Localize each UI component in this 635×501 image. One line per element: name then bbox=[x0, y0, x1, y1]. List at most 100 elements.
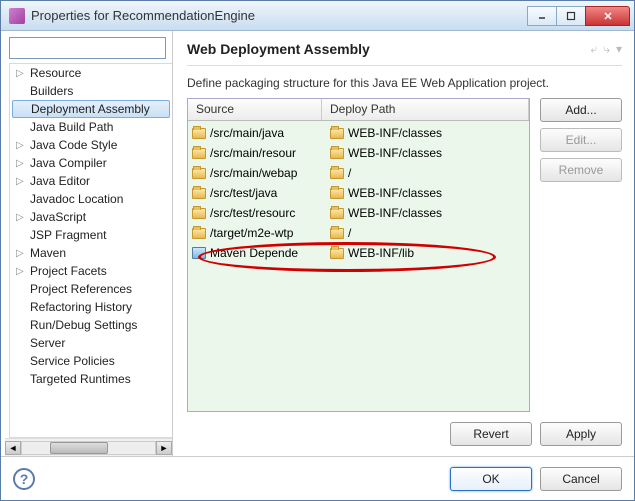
sidebar-item-label: Project Facets bbox=[28, 264, 107, 278]
sidebar-item-label: Java Code Style bbox=[28, 138, 117, 152]
expand-arrow-icon[interactable]: ▷ bbox=[16, 176, 28, 187]
sidebar-item-jsp-fragment[interactable]: JSP Fragment bbox=[10, 226, 172, 244]
titlebar[interactable]: Properties for RecommendationEngine bbox=[1, 1, 634, 31]
sidebar-item-deployment-assembly[interactable]: Deployment Assembly bbox=[12, 100, 170, 118]
scroll-right-button[interactable]: ► bbox=[156, 441, 172, 455]
sidebar-item-java-code-style[interactable]: ▷Java Code Style bbox=[10, 136, 172, 154]
deploy-path: WEB-INF/classes bbox=[348, 206, 442, 220]
sidebar-horizontal-scrollbar[interactable]: ◄ ► bbox=[5, 438, 172, 456]
sidebar-item-run-debug-settings[interactable]: Run/Debug Settings bbox=[10, 316, 172, 334]
source-path: /src/main/webap bbox=[210, 166, 297, 180]
folder-icon bbox=[330, 248, 344, 259]
expand-arrow-icon[interactable]: ▷ bbox=[16, 248, 28, 259]
sidebar-item-maven[interactable]: ▷Maven bbox=[10, 244, 172, 262]
jar-icon bbox=[192, 247, 206, 259]
expand-arrow-icon[interactable]: ▷ bbox=[16, 266, 28, 277]
sidebar-item-builders[interactable]: Builders bbox=[10, 82, 172, 100]
column-header-deploy[interactable]: Deploy Path bbox=[322, 99, 529, 120]
add-button[interactable]: Add... bbox=[540, 98, 622, 122]
ok-button[interactable]: OK bbox=[450, 467, 532, 491]
forward-icon[interactable]: ⤷ bbox=[603, 42, 610, 57]
cancel-button[interactable]: Cancel bbox=[540, 467, 622, 491]
category-sidebar: ▷ResourceBuildersDeployment AssemblyJava… bbox=[1, 31, 173, 456]
sidebar-item-server[interactable]: Server bbox=[10, 334, 172, 352]
table-row[interactable]: Maven Depende WEB-INF/lib bbox=[188, 243, 529, 263]
source-path: Maven Depende bbox=[210, 246, 298, 260]
page-title: Web Deployment Assembly bbox=[187, 41, 591, 57]
sidebar-item-label: Javadoc Location bbox=[28, 192, 123, 206]
apply-button[interactable]: Apply bbox=[540, 422, 622, 446]
sidebar-item-service-policies[interactable]: Service Policies bbox=[10, 352, 172, 370]
sidebar-item-java-build-path[interactable]: Java Build Path bbox=[10, 118, 172, 136]
scroll-left-button[interactable]: ◄ bbox=[5, 441, 21, 455]
table-row[interactable]: /target/m2e-wtp/ bbox=[188, 223, 529, 243]
deploy-path: WEB-INF/classes bbox=[348, 186, 442, 200]
window-title: Properties for RecommendationEngine bbox=[31, 8, 528, 23]
folder-icon bbox=[330, 228, 344, 239]
sidebar-item-label: Targeted Runtimes bbox=[28, 372, 131, 386]
sidebar-item-label: Resource bbox=[28, 66, 81, 80]
folder-icon bbox=[192, 228, 206, 239]
folder-icon bbox=[192, 148, 206, 159]
sidebar-item-label: Maven bbox=[28, 246, 66, 260]
sidebar-item-label: JavaScript bbox=[28, 210, 86, 224]
maximize-button[interactable] bbox=[556, 6, 586, 26]
menu-dropdown-icon[interactable]: ▾ bbox=[616, 42, 622, 57]
filter-input[interactable] bbox=[9, 37, 166, 59]
folder-icon bbox=[330, 128, 344, 139]
page-description: Define packaging structure for this Java… bbox=[187, 76, 622, 90]
assembly-table[interactable]: Source Deploy Path /src/main/java WEB-INF… bbox=[187, 98, 530, 412]
folder-icon bbox=[192, 188, 206, 199]
table-row[interactable]: /src/main/resour WEB-INF/classes bbox=[188, 143, 529, 163]
sidebar-item-label: Deployment Assembly bbox=[29, 102, 150, 116]
folder-icon bbox=[192, 128, 206, 139]
sidebar-item-label: Java Compiler bbox=[28, 156, 107, 170]
sidebar-item-project-facets[interactable]: ▷Project Facets bbox=[10, 262, 172, 280]
sidebar-item-label: Refactoring History bbox=[28, 300, 132, 314]
table-row[interactable]: /src/main/webap / bbox=[188, 163, 529, 183]
sidebar-item-resource[interactable]: ▷Resource bbox=[10, 64, 172, 82]
properties-window: Properties for RecommendationEngine ▷Res… bbox=[0, 0, 635, 501]
close-button[interactable] bbox=[585, 6, 630, 26]
sidebar-item-refactoring-history[interactable]: Refactoring History bbox=[10, 298, 172, 316]
sidebar-item-label: Run/Debug Settings bbox=[28, 318, 137, 332]
minimize-button[interactable] bbox=[527, 6, 557, 26]
deploy-path: WEB-INF/classes bbox=[348, 146, 442, 160]
folder-icon bbox=[192, 168, 206, 179]
edit-button[interactable]: Edit... bbox=[540, 128, 622, 152]
source-path: /src/main/resour bbox=[210, 146, 296, 160]
sidebar-item-label: Server bbox=[28, 336, 65, 350]
back-icon[interactable]: ⤶ bbox=[591, 42, 598, 57]
sidebar-item-java-editor[interactable]: ▷Java Editor bbox=[10, 172, 172, 190]
remove-button[interactable]: Remove bbox=[540, 158, 622, 182]
sidebar-item-javadoc-location[interactable]: Javadoc Location bbox=[10, 190, 172, 208]
revert-button[interactable]: Revert bbox=[450, 422, 532, 446]
sidebar-item-project-references[interactable]: Project References bbox=[10, 280, 172, 298]
deploy-path: WEB-INF/lib bbox=[348, 246, 414, 260]
folder-icon bbox=[330, 168, 344, 179]
deploy-path: / bbox=[348, 166, 351, 180]
folder-icon bbox=[330, 208, 344, 219]
expand-arrow-icon[interactable]: ▷ bbox=[16, 68, 28, 79]
app-icon bbox=[9, 8, 25, 24]
source-path: /src/main/java bbox=[210, 126, 284, 140]
source-path: /src/test/java bbox=[210, 186, 277, 200]
expand-arrow-icon[interactable]: ▷ bbox=[16, 158, 28, 169]
expand-arrow-icon[interactable]: ▷ bbox=[16, 212, 28, 223]
sidebar-item-targeted-runtimes[interactable]: Targeted Runtimes bbox=[10, 370, 172, 388]
scroll-thumb[interactable] bbox=[50, 442, 108, 454]
sidebar-item-label: Service Policies bbox=[28, 354, 115, 368]
folder-icon bbox=[330, 188, 344, 199]
sidebar-item-label: Builders bbox=[28, 84, 73, 98]
help-icon[interactable]: ? bbox=[13, 468, 35, 490]
category-tree: ▷ResourceBuildersDeployment AssemblyJava… bbox=[9, 63, 172, 438]
table-row[interactable]: /src/test/resourcWEB-INF/classes bbox=[188, 203, 529, 223]
expand-arrow-icon[interactable]: ▷ bbox=[16, 140, 28, 151]
table-row[interactable]: /src/main/java WEB-INF/classes bbox=[188, 123, 529, 143]
column-header-source[interactable]: Source bbox=[188, 99, 322, 120]
sidebar-item-java-compiler[interactable]: ▷Java Compiler bbox=[10, 154, 172, 172]
sidebar-item-javascript[interactable]: ▷JavaScript bbox=[10, 208, 172, 226]
sidebar-item-label: Project References bbox=[28, 282, 132, 296]
deploy-path: WEB-INF/classes bbox=[348, 126, 442, 140]
table-row[interactable]: /src/test/java WEB-INF/classes bbox=[188, 183, 529, 203]
